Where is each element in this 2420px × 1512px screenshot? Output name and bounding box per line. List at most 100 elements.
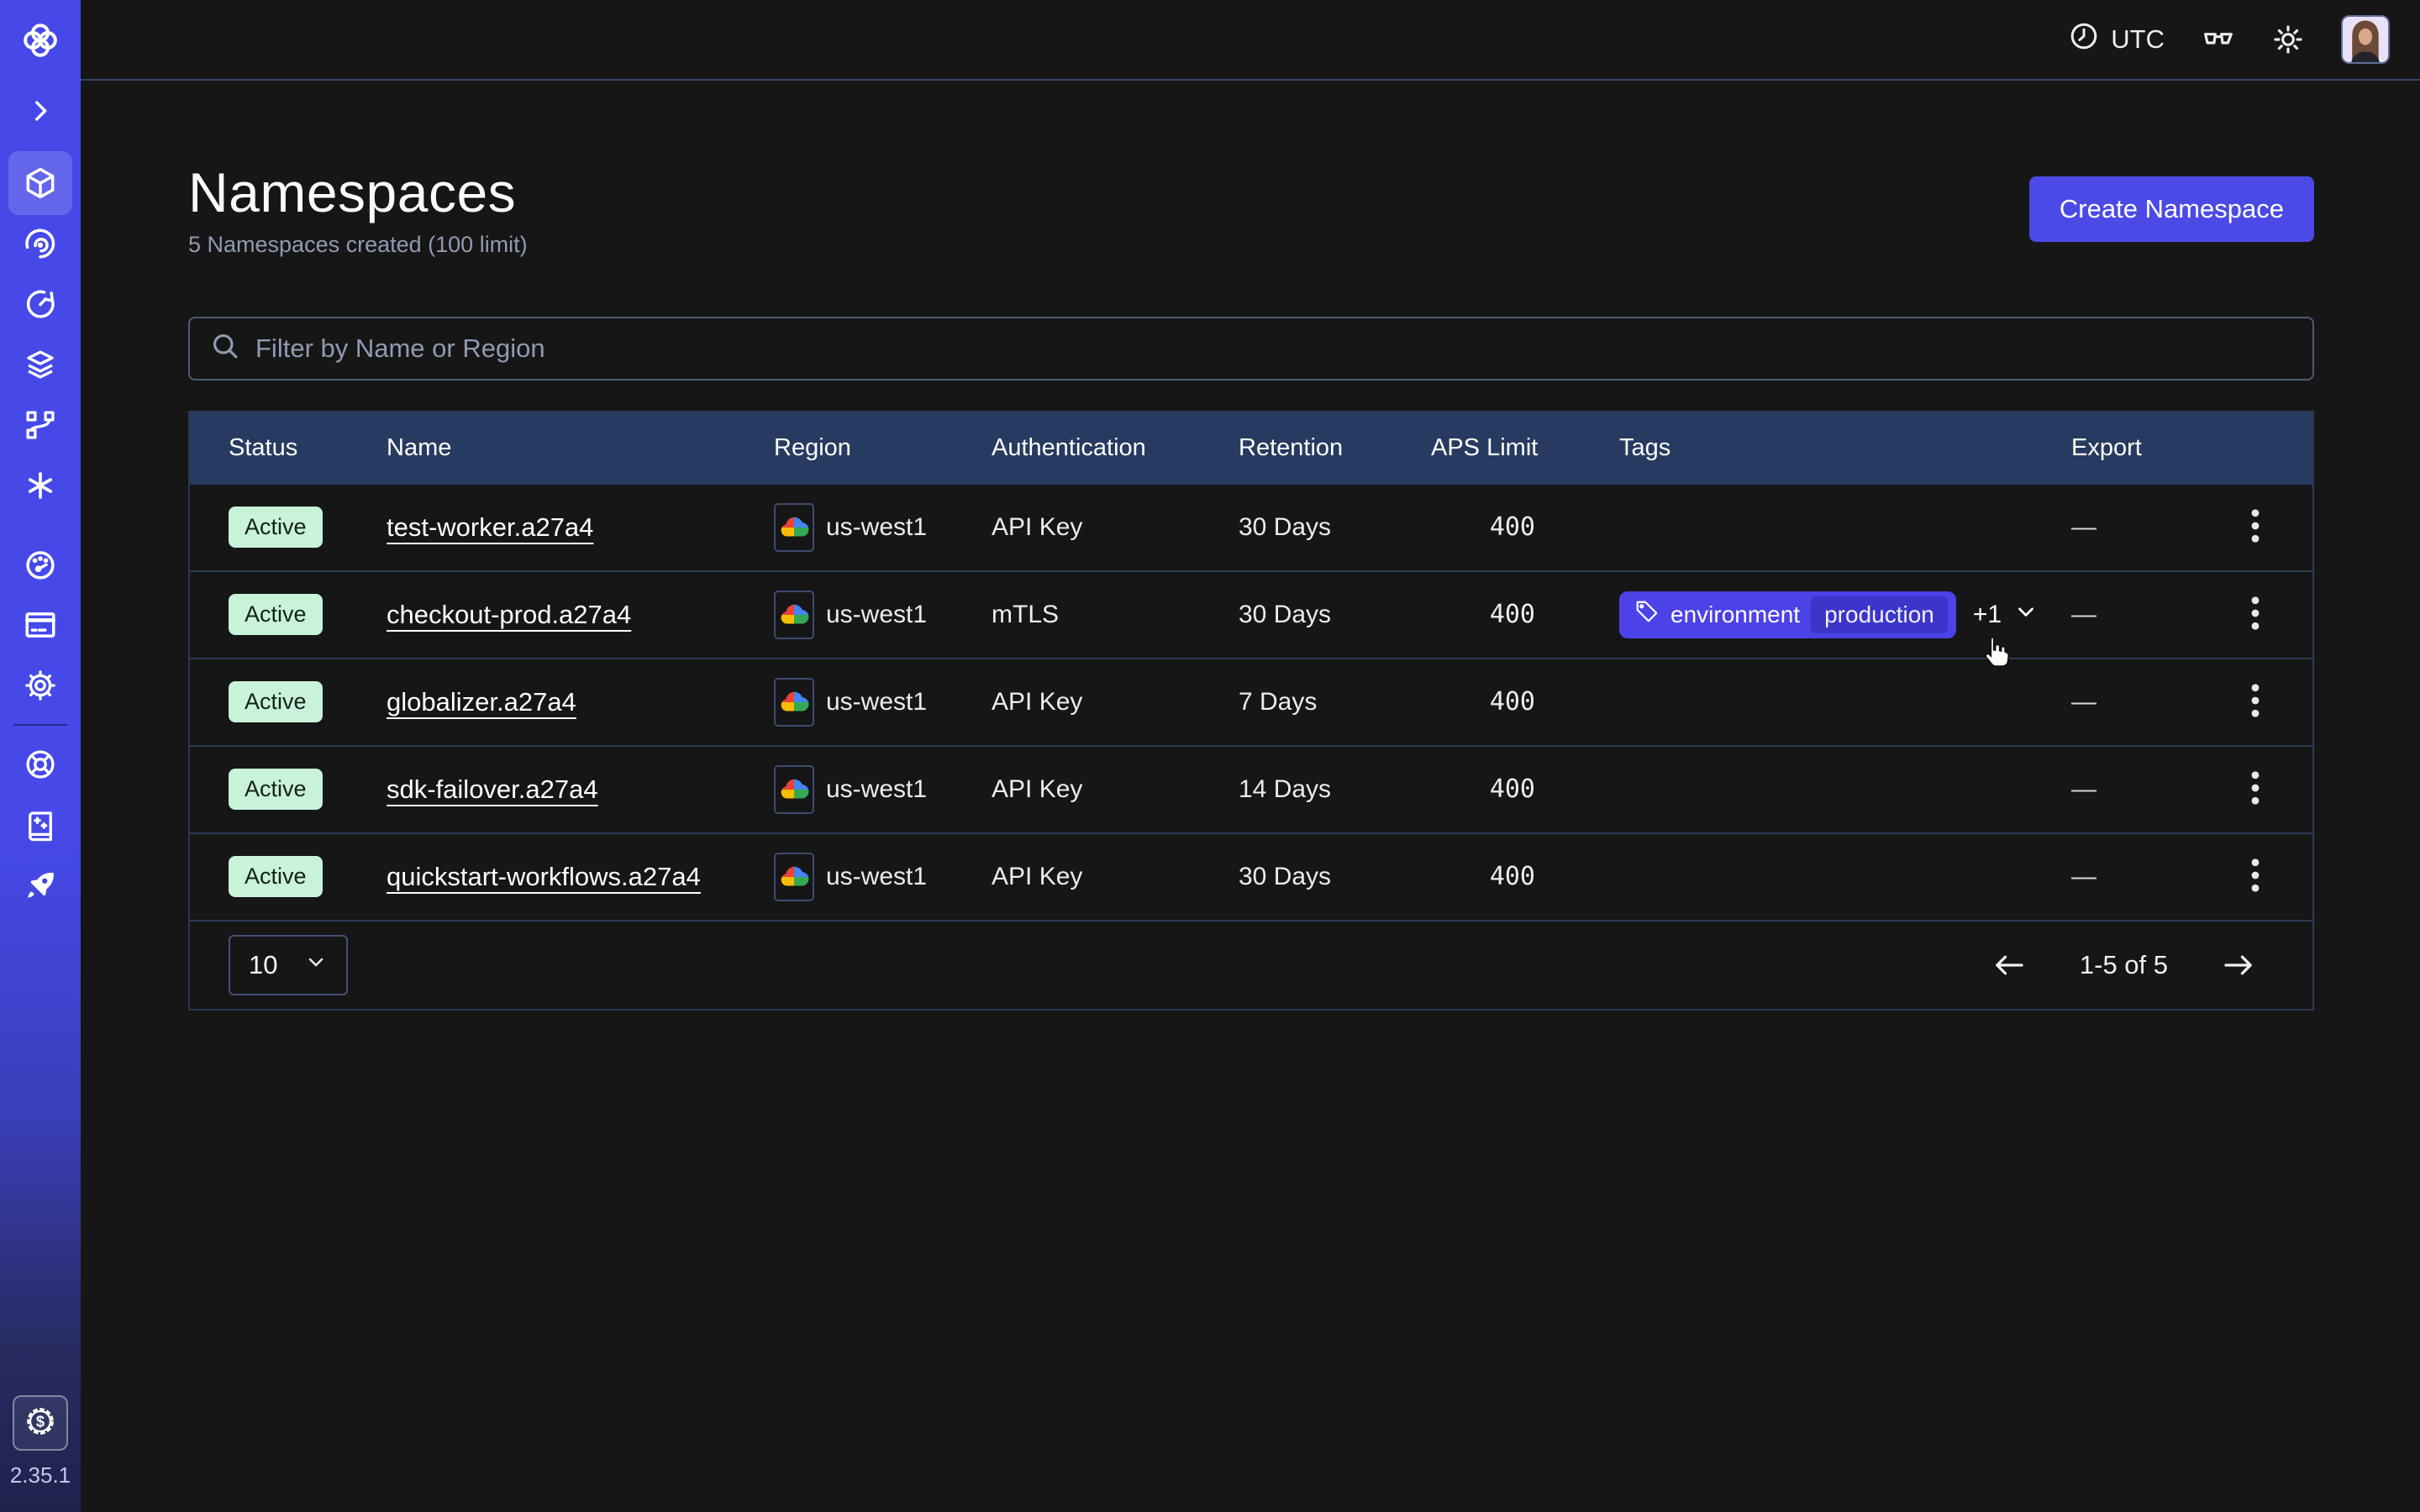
filter-input[interactable] — [255, 333, 2292, 364]
page-size-value: 10 — [249, 950, 277, 980]
row-menu-button[interactable] — [2241, 586, 2270, 643]
region-label: us-west1 — [826, 513, 927, 542]
sidebar-item-support[interactable] — [0, 734, 81, 795]
sidebar-item-nexus[interactable] — [0, 455, 81, 516]
row-menu-button[interactable] — [2241, 499, 2270, 555]
status-badge: Active — [229, 594, 323, 635]
branch-icon — [23, 407, 58, 443]
glasses-icon[interactable] — [2202, 23, 2235, 56]
filter-bar[interactable] — [188, 317, 2314, 381]
auth-method: API Key — [992, 513, 1239, 542]
export-value: — — [2071, 863, 2096, 890]
previous-page-button[interactable] — [1986, 945, 2033, 985]
sidebar-item-docs[interactable] — [0, 795, 81, 855]
row-menu-button[interactable] — [2241, 674, 2270, 730]
region-label: us-west1 — [826, 688, 927, 717]
timezone-selector[interactable]: UTC — [2069, 21, 2165, 58]
gcp-cloud-icon — [774, 503, 814, 552]
gear-icon — [23, 668, 58, 703]
table-row: Active globalizer.a27a4 us-west1 API Key… — [190, 659, 2312, 747]
create-namespace-button[interactable]: Create Namespace — [2029, 176, 2314, 242]
aps-limit-value: 400 — [1431, 512, 1535, 542]
rocket-icon — [23, 868, 58, 903]
sidebar-item-billing[interactable] — [0, 595, 81, 655]
tag-icon — [1634, 599, 1660, 631]
app-version: 2.35.1 — [10, 1462, 71, 1488]
auth-method: API Key — [992, 688, 1239, 717]
tags-expand-button[interactable]: +1 — [1973, 599, 2039, 631]
sidebar-item-getting-started[interactable] — [0, 855, 81, 916]
namespace-link[interactable]: test-worker.a27a4 — [387, 512, 593, 542]
col-status: Status — [229, 434, 387, 462]
temporal-logo[interactable] — [0, 0, 81, 81]
namespaces-table: Status Name Region Authentication Retent… — [188, 411, 2314, 1011]
sun-icon[interactable] — [2272, 24, 2304, 55]
kebab-icon — [2249, 857, 2261, 896]
search-icon — [210, 331, 240, 365]
chevron-down-icon — [2013, 599, 2039, 631]
sidebar-divider — [13, 724, 67, 726]
layers-icon — [23, 347, 58, 382]
row-menu-button[interactable] — [2241, 848, 2270, 905]
spiral-eye-icon — [23, 226, 58, 261]
sidebar: $ 2.35.1 — [0, 0, 81, 1512]
auth-method: API Key — [992, 775, 1239, 804]
region-label: us-west1 — [826, 775, 927, 804]
book-sparkle-icon — [23, 807, 58, 843]
auth-method: API Key — [992, 863, 1239, 891]
sidebar-item-deployments[interactable] — [0, 334, 81, 395]
avatar[interactable] — [2341, 15, 2390, 64]
retention-value: 30 Days — [1239, 513, 1431, 542]
sidebar-item-schedules[interactable] — [0, 274, 81, 334]
col-name: Name — [387, 434, 774, 462]
active-highlight — [8, 151, 72, 215]
clock-icon — [2069, 21, 2099, 58]
kebab-icon — [2249, 769, 2261, 809]
chevron-down-icon — [304, 950, 328, 980]
chevron-right-icon — [26, 97, 55, 125]
aps-limit-value: 400 — [1431, 687, 1535, 717]
sidebar-item-namespaces[interactable] — [0, 153, 81, 213]
namespace-link[interactable]: sdk-failover.a27a4 — [387, 774, 598, 804]
sidebar-item-usage[interactable] — [0, 534, 81, 595]
gcp-cloud-icon — [774, 853, 814, 901]
namespace-link[interactable]: globalizer.a27a4 — [387, 687, 576, 717]
sidebar-item-batch-operations[interactable] — [0, 395, 81, 455]
credits-button[interactable]: $ — [13, 1395, 68, 1451]
export-value: — — [2071, 601, 2096, 628]
namespace-link[interactable]: quickstart-workflows.a27a4 — [387, 862, 701, 891]
table-row: Active checkout-prod.a27a4 us-west1 mTLS… — [190, 572, 2312, 659]
namespace-link[interactable]: checkout-prod.a27a4 — [387, 600, 631, 629]
aps-limit-value: 400 — [1431, 774, 1535, 804]
billing-card-icon — [23, 607, 58, 643]
table-body: Active test-worker.a27a4 us-west1 API Ke… — [190, 485, 2312, 921]
table-row: Active quickstart-workflows.a27a4 us-wes… — [190, 834, 2312, 921]
tags-more-count: +1 — [1973, 601, 2002, 629]
table-footer: 10 1-5 of 5 — [190, 921, 2312, 1009]
col-authentication: Authentication — [992, 434, 1239, 462]
col-region: Region — [774, 434, 992, 462]
gauge-icon — [23, 547, 58, 582]
sidebar-expand-button[interactable] — [0, 81, 81, 141]
export-value: — — [2071, 688, 2096, 716]
row-menu-button[interactable] — [2241, 761, 2270, 817]
retention-value: 30 Days — [1239, 601, 1431, 629]
export-value: — — [2071, 513, 2096, 541]
tag-key: environment — [1670, 601, 1800, 628]
col-aps-limit: APS Limit — [1431, 434, 1619, 462]
table-row: Active sdk-failover.a27a4 us-west1 API K… — [190, 747, 2312, 834]
table-row: Active test-worker.a27a4 us-west1 API Ke… — [190, 485, 2312, 572]
page-subtitle: 5 Namespaces created (100 limit) — [188, 232, 528, 258]
region-label: us-west1 — [826, 863, 927, 891]
col-tags: Tags — [1619, 434, 2071, 462]
next-page-button[interactable] — [2215, 945, 2262, 985]
sidebar-item-workflows[interactable] — [0, 213, 81, 274]
gcp-cloud-icon — [774, 765, 814, 814]
export-value: — — [2071, 775, 2096, 803]
page-size-select[interactable]: 10 — [229, 935, 348, 995]
sidebar-item-settings[interactable] — [0, 655, 81, 716]
status-badge: Active — [229, 507, 323, 548]
tag-pill[interactable]: environment production — [1619, 591, 1956, 638]
life-ring-icon — [23, 747, 58, 782]
svg-text:$: $ — [36, 1412, 45, 1430]
